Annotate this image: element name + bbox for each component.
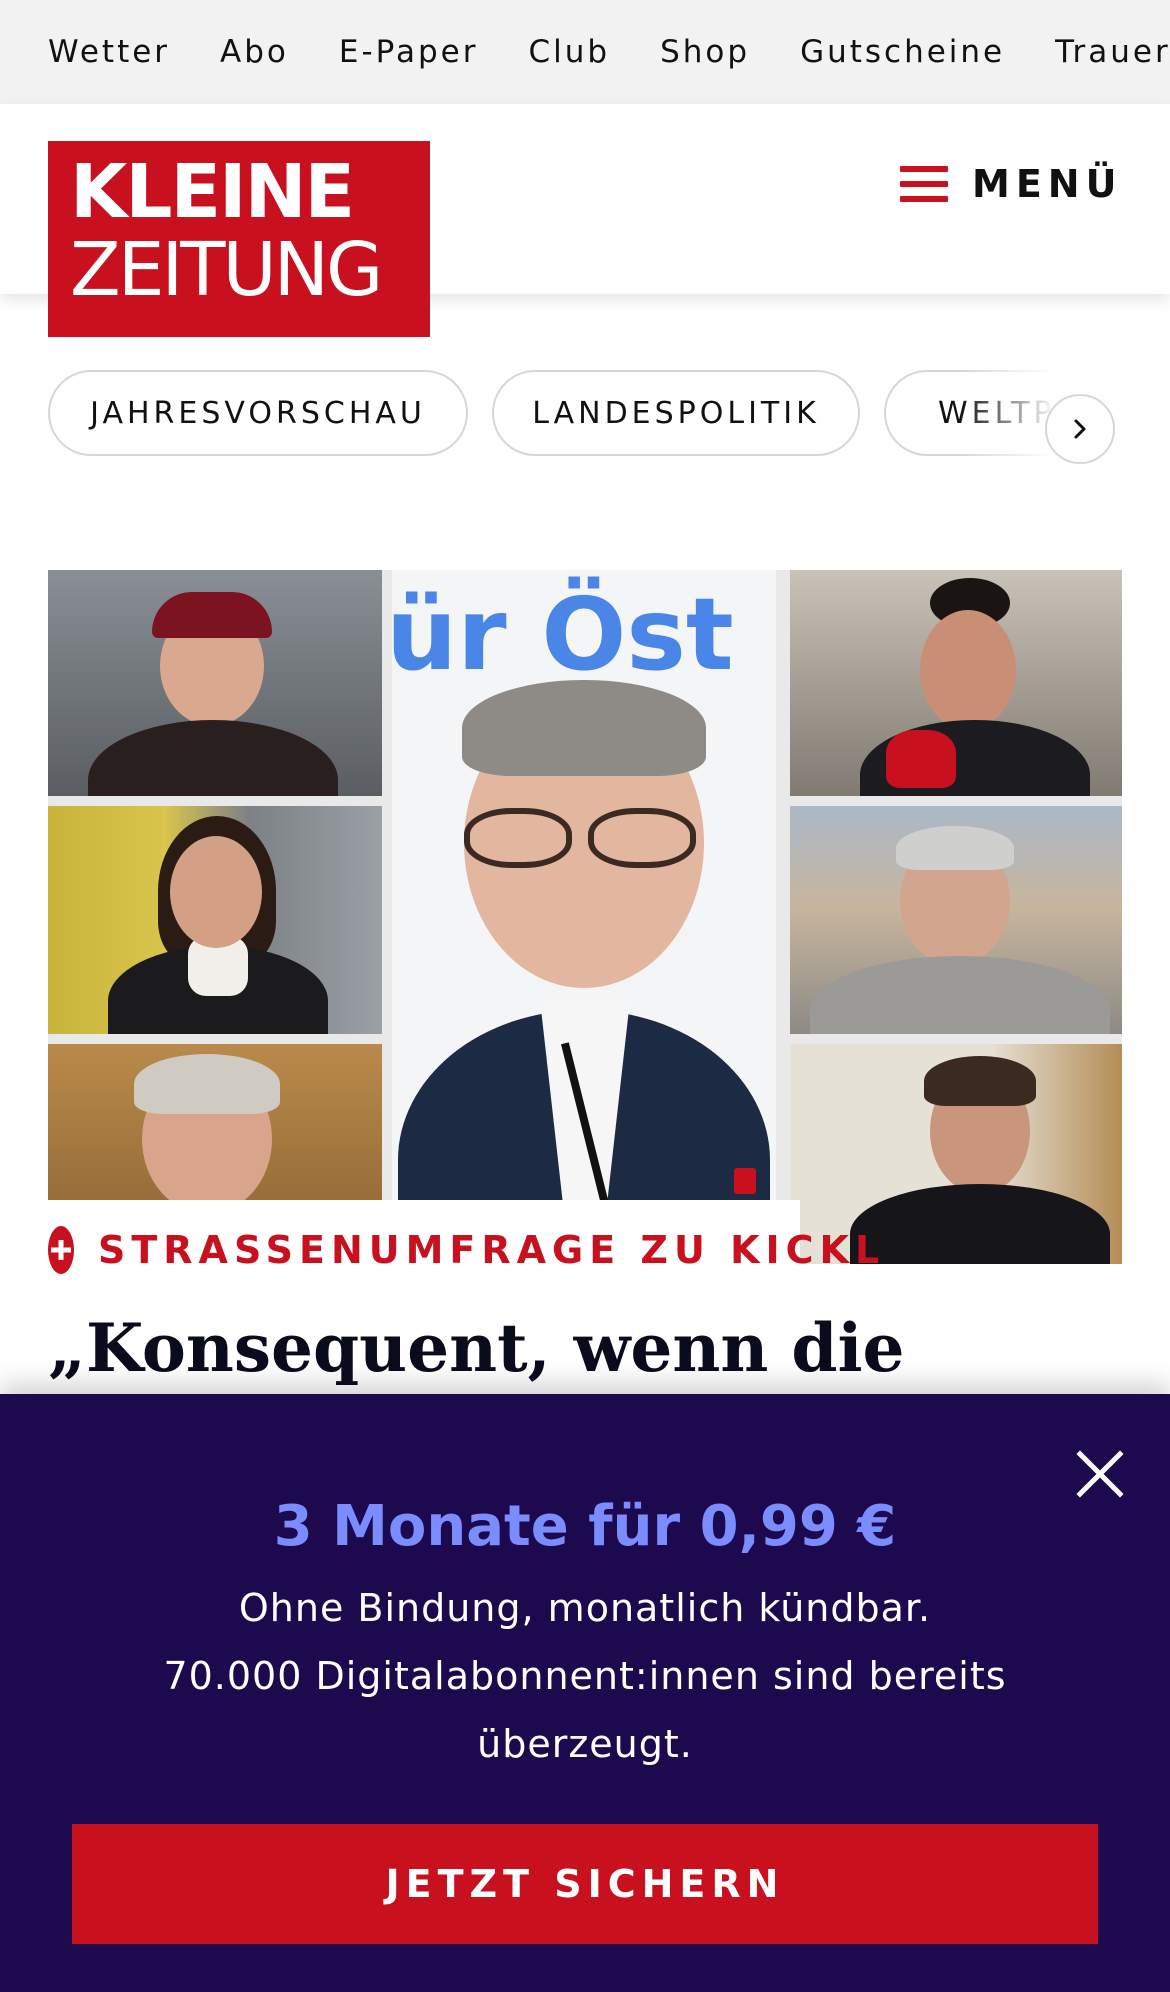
menu-button[interactable]: MENÜ bbox=[900, 154, 1122, 214]
topnav-item-club[interactable]: Club bbox=[528, 34, 610, 70]
photo-tile-woman-mic bbox=[790, 570, 1122, 796]
chip-landespolitik[interactable]: LANDESPOLITIK bbox=[492, 370, 860, 456]
plus-icon bbox=[48, 1226, 74, 1274]
topnav-item-shop[interactable]: Shop bbox=[660, 34, 750, 70]
topnav-item-wetter[interactable]: Wetter bbox=[48, 34, 170, 70]
topnav-item-gutscheine[interactable]: Gutscheine bbox=[800, 34, 1005, 70]
site-header: KLEINE ZEITUNG MENÜ bbox=[0, 104, 1170, 337]
topnav-item-abo[interactable]: Abo bbox=[220, 34, 289, 70]
kicker-text: STRASSENUMFRAGE ZU KICKL bbox=[98, 1228, 886, 1272]
logo-line-1: KLEINE bbox=[70, 149, 355, 235]
promo-line-2: 70.000 Digitalabonnent:innen sind bereit… bbox=[163, 1654, 1007, 1766]
promo-text: Ohne Bindung, monatlich kündbar. 70.000 … bbox=[140, 1574, 1030, 1778]
chevron-right-icon bbox=[1074, 419, 1086, 439]
photo-tile-man-cap bbox=[48, 570, 382, 796]
article-kicker[interactable]: STRASSENUMFRAGE ZU KICKL bbox=[48, 1200, 879, 1300]
site-logo[interactable]: KLEINE ZEITUNG bbox=[48, 141, 430, 337]
top-utility-nav: Wetter Abo E-Paper Club Shop Gutscheine … bbox=[0, 0, 1170, 104]
photo-tile-man-grey bbox=[790, 806, 1122, 1034]
hero-image[interactable]: ür Öst bbox=[48, 570, 1122, 1264]
chip-jahresvorschau[interactable]: JAHRESVORSCHAU bbox=[48, 370, 468, 456]
promo-title: 3 Monate für 0,99 € bbox=[273, 1494, 897, 1559]
topnav-item-epaper[interactable]: E-Paper bbox=[339, 34, 479, 70]
banner-text: ür Öst bbox=[392, 576, 734, 693]
subscribe-cta-button[interactable]: JETZT SICHERN bbox=[72, 1824, 1098, 1944]
photo-tile-woman-scarf bbox=[48, 806, 382, 1034]
hamburger-icon bbox=[900, 166, 948, 202]
article-headline[interactable]: „Konsequent, wenn die bbox=[48, 1306, 1122, 1396]
promo-line-1: Ohne Bindung, monatlich kündbar. bbox=[238, 1586, 932, 1630]
logo-line-2: ZEITUNG bbox=[70, 227, 383, 313]
top-utility-nav-list: Wetter Abo E-Paper Club Shop Gutscheine … bbox=[0, 0, 1170, 104]
topnav-item-trauerportal[interactable]: Trauerportal bbox=[1055, 34, 1170, 70]
photo-tile-center-portrait: ür Öst bbox=[392, 570, 776, 1264]
chips-next-button[interactable] bbox=[1045, 394, 1115, 464]
subscription-promo: 3 Monate für 0,99 € Ohne Bindung, monatl… bbox=[0, 1394, 1170, 1992]
menu-label: MENÜ bbox=[972, 162, 1123, 206]
